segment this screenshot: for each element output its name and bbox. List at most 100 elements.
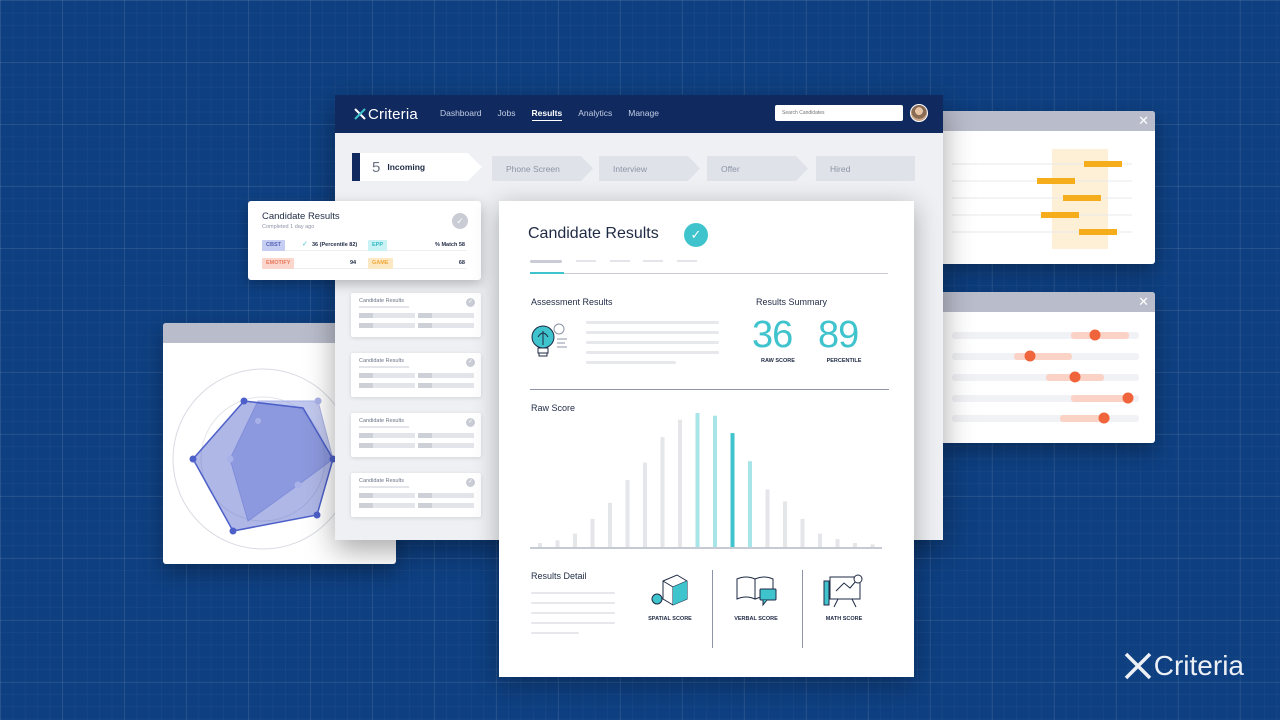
test-tag-game: GAME — [368, 258, 393, 269]
nav-links: Dashboard Jobs Results Analytics Manage — [440, 108, 675, 121]
nav-jobs[interactable]: Jobs — [498, 108, 516, 121]
assessment-results-title: Assessment Results — [531, 297, 613, 307]
check-icon: ✓ — [466, 478, 475, 487]
check-icon: ✓ — [466, 418, 475, 427]
mini-card-title: Candidate Results — [359, 358, 404, 364]
percentile-label: PERCENTILE — [826, 358, 862, 364]
spatial-score-label: SPATIAL SCORE — [648, 616, 692, 622]
tab[interactable] — [643, 260, 663, 262]
histogram-bar — [853, 543, 857, 547]
histogram-bar — [590, 518, 595, 547]
test-value-game: 68 — [458, 260, 465, 266]
stage-incoming-label: Incoming — [387, 162, 426, 172]
nav-dashboard[interactable]: Dashboard — [440, 108, 482, 121]
results-title: Candidate Results — [528, 225, 659, 242]
stage-interview-label: Interview — [613, 163, 648, 174]
histogram-bar — [660, 437, 665, 547]
range-panel-top: ✕ — [940, 111, 1155, 264]
criteria-logo-icon — [1124, 652, 1152, 680]
top-nav: Criteria Dashboard Jobs Results Analytic… — [335, 95, 943, 133]
text-placeholder — [531, 632, 579, 634]
stage-phone-screen-label: Phone Screen — [506, 163, 560, 174]
mini-card[interactable]: Candidate Results ✓ — [351, 353, 481, 397]
stage-interview[interactable]: Interview — [599, 156, 700, 181]
histogram-bar — [783, 501, 787, 547]
test-value-epp: % Match 58 — [435, 242, 465, 248]
tab-active[interactable] — [530, 260, 562, 263]
range-panel-top-titlebar: ✕ — [940, 111, 1155, 131]
mini-card-title: Candidate Results — [359, 478, 404, 484]
range-panel-bottom-titlebar: ✕ — [940, 292, 1155, 312]
stage-hired-label: Hired — [830, 163, 851, 174]
tab-underline-active — [530, 272, 564, 274]
stage-incoming[interactable]: 5 Incoming — [352, 153, 482, 181]
nav-manage[interactable]: Manage — [628, 108, 659, 121]
candidate-card-subtitle: Completed 1 day ago — [262, 224, 315, 230]
results-tabs — [530, 260, 890, 276]
tab[interactable] — [677, 260, 697, 262]
stage-phone-screen[interactable]: Phone Screen — [492, 156, 593, 181]
results-detail-title: Results Detail — [531, 571, 587, 581]
stage-offer[interactable]: Offer — [707, 156, 808, 181]
raw-score-label: RAW SCORE — [761, 358, 795, 364]
divider — [530, 389, 889, 390]
histogram-bar — [713, 415, 717, 547]
nav-results[interactable]: Results — [531, 108, 563, 121]
spatial-cube-icon — [651, 574, 688, 606]
histogram-bar — [608, 502, 612, 547]
check-icon: ✓ — [684, 223, 708, 247]
math-score-label: MATH SCORE — [825, 616, 863, 622]
verbal-book-icon — [736, 576, 777, 607]
range-panel-bottom: ✕ — [940, 292, 1155, 443]
text-placeholder — [531, 592, 615, 594]
histogram-bar — [835, 539, 840, 547]
mini-card[interactable]: Candidate Results ✓ — [351, 293, 481, 337]
stage-offer-label: Offer — [721, 163, 740, 174]
search-input[interactable] — [775, 105, 903, 121]
histogram-bar — [625, 480, 630, 547]
math-board-icon — [823, 574, 863, 608]
raw-score-histogram — [530, 413, 882, 549]
nav-analytics[interactable]: Analytics — [578, 108, 612, 121]
divider — [802, 570, 803, 648]
text-placeholder — [586, 361, 676, 364]
stage-incoming-count: 5 — [372, 158, 381, 176]
avatar[interactable] — [910, 104, 928, 122]
range-chart-top — [952, 149, 1132, 249]
check-icon: ✓ — [452, 213, 468, 229]
results-summary-title: Results Summary — [756, 297, 828, 307]
text-placeholder — [531, 602, 615, 604]
histogram-bar — [765, 489, 770, 547]
close-icon[interactable]: ✕ — [1138, 113, 1149, 129]
test-tag-epp: EPP — [368, 240, 388, 251]
candidate-card[interactable]: Candidate Results Completed 1 day ago ✓ … — [248, 201, 481, 280]
text-placeholder — [531, 612, 615, 614]
brand-logo[interactable]: Criteria — [353, 106, 418, 123]
check-icon: ✓ — [302, 241, 308, 248]
histogram-bar — [748, 461, 752, 547]
text-placeholder — [586, 351, 719, 354]
tab[interactable] — [610, 260, 630, 262]
candidate-card-title: Candidate Results — [262, 211, 340, 222]
test-value-cbst: 36 (Percentile 82) — [312, 242, 358, 248]
tab[interactable] — [576, 260, 596, 262]
brand-name: Criteria — [368, 105, 418, 123]
mini-card-title: Candidate Results — [359, 418, 404, 424]
corner-brand-name: Criteria — [1153, 650, 1244, 681]
histogram-bar — [538, 543, 542, 547]
mini-card[interactable]: Candidate Results ✓ — [351, 413, 481, 457]
text-placeholder — [586, 331, 719, 334]
corner-brand-logo: Criteria — [1122, 650, 1244, 682]
divider — [712, 570, 713, 648]
histogram-bar — [573, 533, 577, 547]
raw-score-value: 36 — [752, 314, 793, 356]
stage-hired[interactable]: Hired — [816, 156, 915, 181]
verbal-score-label: VERBAL SCORE — [734, 616, 778, 622]
histogram-bar — [555, 540, 560, 547]
histogram-bar — [800, 518, 805, 547]
tab-underline — [530, 273, 888, 274]
close-icon[interactable]: ✕ — [1138, 294, 1149, 310]
mini-card[interactable]: Candidate Results ✓ — [351, 473, 481, 517]
histogram-bar — [870, 544, 875, 547]
range-chart-bottom — [952, 329, 1139, 424]
